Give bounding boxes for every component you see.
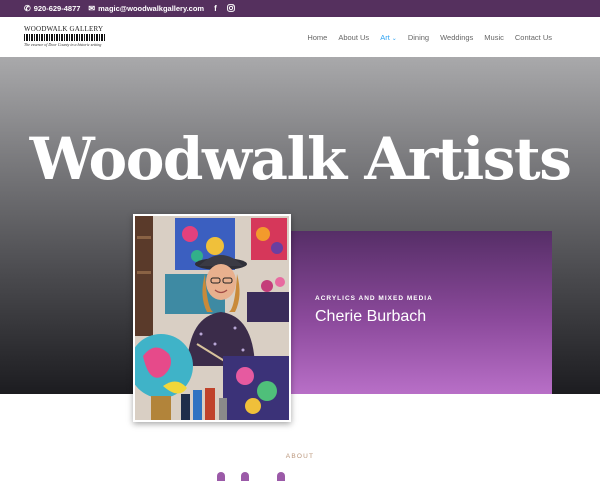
artist-photo	[133, 214, 291, 422]
logo-title: WOODWALK GALLERY	[24, 25, 104, 33]
main-nav: Home About Us Art ⌄ Dining Weddings Music…	[307, 17, 552, 57]
top-contact-bar: ✆ 920-629-4877 ✉ magic@woodwalkgallery.c…	[0, 0, 600, 17]
nav-weddings[interactable]: Weddings	[440, 33, 473, 42]
partial-glyph	[277, 472, 285, 481]
phone-number: 920-629-4877	[33, 4, 81, 13]
artist-name: Cherie Burbach	[315, 308, 427, 325]
nav-art[interactable]: Art ⌄	[380, 33, 397, 42]
logo-trees-graphic	[24, 34, 106, 41]
facebook-icon[interactable]: f	[214, 4, 217, 13]
about-heading-partial	[215, 472, 305, 481]
nav-about-us[interactable]: About Us	[338, 33, 369, 42]
logo-tagline: The essence of Door County in a historic…	[24, 42, 102, 47]
about-section-label: ABOUT	[285, 453, 315, 460]
nav-contact-us[interactable]: Contact Us	[515, 33, 552, 42]
envelope-icon: ✉	[88, 3, 96, 13]
nav-dining[interactable]: Dining	[408, 33, 429, 42]
chevron-down-icon: ⌄	[391, 35, 397, 42]
nav-home[interactable]: Home	[307, 33, 327, 42]
nav-art-label: Art	[380, 32, 390, 42]
partial-glyph	[241, 472, 249, 481]
artist-photo-image	[135, 216, 289, 420]
page-title: Woodwalk Artists	[29, 125, 572, 193]
partial-glyph	[217, 472, 225, 481]
email-address: magic@woodwalkgallery.com	[98, 4, 205, 13]
phone-link[interactable]: ✆ 920-629-4877	[24, 4, 80, 13]
artist-medium: ACRYLICS AND MIXED MEDIA	[315, 295, 433, 302]
site-header: WOODWALK GALLERY The essence of Door Cou…	[0, 17, 600, 57]
instagram-icon[interactable]	[226, 3, 235, 14]
site-logo[interactable]: WOODWALK GALLERY The essence of Door Cou…	[24, 25, 106, 49]
email-link[interactable]: ✉ magic@woodwalkgallery.com	[88, 4, 204, 13]
artist-feature-card[interactable]: ACRYLICS AND MIXED MEDIA Cherie Burbach	[290, 231, 552, 394]
page: ✆ 920-629-4877 ✉ magic@woodwalkgallery.c…	[0, 0, 600, 481]
phone-icon: ✆	[24, 3, 31, 13]
nav-music[interactable]: Music	[484, 33, 504, 42]
